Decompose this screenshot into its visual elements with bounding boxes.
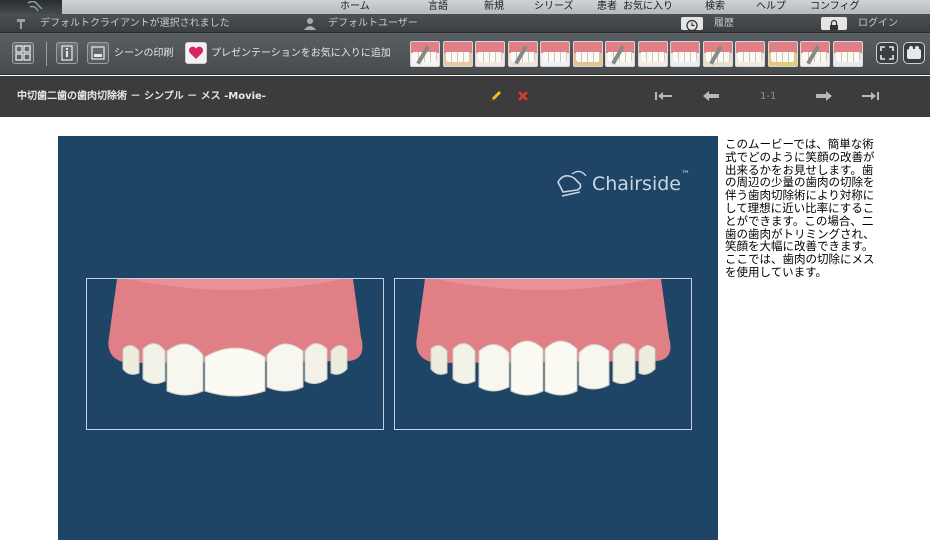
- procedure-thumbnail[interactable]: [702, 41, 733, 67]
- page-indicator: 1-1: [760, 91, 777, 102]
- skip-to-end-icon: [862, 92, 879, 100]
- procedure-thumbnail[interactable]: [410, 41, 440, 67]
- procedure-thumbnail[interactable]: [507, 41, 538, 67]
- procedure-thumbnail[interactable]: [735, 41, 765, 67]
- chairside-logo-icon: [27, 0, 43, 12]
- video-mode-button[interactable]: [903, 42, 925, 64]
- toolbar: シーンの印刷 プレゼンテーションをお気に入りに追加: [0, 33, 930, 75]
- nav-patient[interactable]: 患者: [597, 0, 617, 14]
- nav-favorites[interactable]: お気に入り: [623, 0, 673, 14]
- skip-to-start-icon: [655, 92, 672, 100]
- client-status-text: デフォルトクライアントが選択されました: [40, 18, 230, 29]
- before-frame: [86, 278, 384, 430]
- app-logo: [0, 0, 62, 14]
- print-icon: [91, 46, 105, 60]
- history-label[interactable]: 履歴: [714, 14, 734, 33]
- pin-icon: [17, 19, 25, 29]
- fit-screen-button[interactable]: [12, 42, 34, 64]
- info-icon: [61, 45, 73, 61]
- user-name-text: デフォルトユーザー: [328, 18, 418, 29]
- grid-shrink-icon: [15, 45, 31, 61]
- thumbnail-teeth: [738, 52, 762, 62]
- procedure-thumbnail[interactable]: [800, 41, 830, 67]
- procedure-thumbnail[interactable]: [832, 41, 863, 67]
- brand-trademark: ™: [680, 170, 690, 180]
- login-label[interactable]: ログイン: [858, 14, 898, 33]
- procedure-thumbnail[interactable]: [475, 41, 505, 67]
- procedure-thumbnail[interactable]: [767, 41, 798, 67]
- top-nav: ホーム 言語 新規 シリーズ 患者 お気に入り 検索 ヘルプ コンフィグ: [0, 0, 930, 14]
- thumbnail-teeth: [543, 52, 567, 62]
- history-button[interactable]: [681, 17, 703, 32]
- print-scene-button[interactable]: [87, 42, 109, 64]
- procedure-thumbnail[interactable]: [572, 41, 603, 67]
- thumbnail-teeth: [575, 52, 600, 62]
- scene-info-button[interactable]: [56, 42, 78, 64]
- chair-logo-icon: [557, 170, 587, 197]
- edit-button[interactable]: [489, 76, 503, 117]
- toolbar-divider: [46, 42, 47, 66]
- status-bar: デフォルトクライアントが選択されました デフォルトユーザー 履歴 ログイン: [0, 14, 930, 33]
- before-teeth-illustration: [108, 279, 363, 397]
- thumbnail-teeth: [478, 52, 502, 62]
- lock-icon: [830, 19, 838, 30]
- thumbnail-teeth: [640, 52, 665, 62]
- thumbnail-teeth: [673, 52, 697, 62]
- add-favorite-button[interactable]: [185, 42, 207, 64]
- print-scene-label[interactable]: シーンの印刷: [114, 33, 174, 75]
- presentation-title: 中切歯二歯の歯肉切除術 － シンプル － メス -Movie-: [17, 91, 266, 102]
- nav-series[interactable]: シリーズ: [534, 0, 574, 14]
- camera-icon: [907, 46, 921, 59]
- thumbnail-teeth: [835, 52, 860, 62]
- procedure-thumbnail[interactable]: [540, 41, 570, 67]
- next-page-button[interactable]: [815, 76, 833, 117]
- login-button[interactable]: [821, 17, 847, 30]
- expand-icon: [880, 46, 894, 60]
- add-favorite-label[interactable]: プレゼンテーションをお気に入りに追加: [211, 33, 391, 75]
- after-teeth-illustration: [416, 279, 671, 396]
- brand-watermark: Chairside ™: [552, 164, 690, 204]
- procedure-thumbnail[interactable]: [442, 41, 473, 67]
- delete-button[interactable]: [516, 76, 530, 117]
- after-frame: [394, 278, 692, 430]
- nav-help[interactable]: ヘルプ: [756, 0, 786, 14]
- nav-home[interactable]: ホーム: [340, 0, 370, 14]
- pencil-icon: [491, 91, 501, 101]
- close-icon: [518, 91, 528, 101]
- fullscreen-button[interactable]: [876, 42, 898, 64]
- presentation-title-bar: 中切歯二歯の歯肉切除術 － シンプル － メス -Movie- 1-1: [0, 76, 930, 117]
- thumbnail-teeth: [445, 52, 470, 62]
- app-window: ホーム 言語 新規 シリーズ 患者 お気に入り 検索 ヘルプ コンフィグ デフォ…: [0, 0, 930, 540]
- arrow-left-icon: [703, 91, 719, 101]
- heart-icon: [188, 46, 204, 59]
- nav-language[interactable]: 言語: [428, 0, 448, 14]
- prev-page-button[interactable]: [702, 76, 720, 117]
- thumbnail-teeth: [770, 52, 795, 62]
- brand-name: Chairside: [592, 173, 681, 195]
- clock-icon: [686, 19, 698, 32]
- video-player[interactable]: Chairside ™: [58, 136, 718, 540]
- procedure-thumbnail[interactable]: [637, 41, 668, 67]
- first-page-button[interactable]: [654, 76, 674, 117]
- nav-config[interactable]: コンフィグ: [810, 0, 860, 14]
- arrow-right-icon: [816, 91, 832, 101]
- user-icon: [304, 18, 316, 30]
- nav-search[interactable]: 検索: [705, 0, 725, 14]
- last-page-button[interactable]: [860, 76, 880, 117]
- nav-new[interactable]: 新規: [484, 0, 504, 14]
- description-text: このムービーでは、簡単な術式でどのように笑顔の改善が出来るかをお見せします。歯の…: [725, 137, 875, 279]
- procedure-thumbnail[interactable]: [605, 41, 635, 67]
- procedure-thumbnail[interactable]: [670, 41, 700, 67]
